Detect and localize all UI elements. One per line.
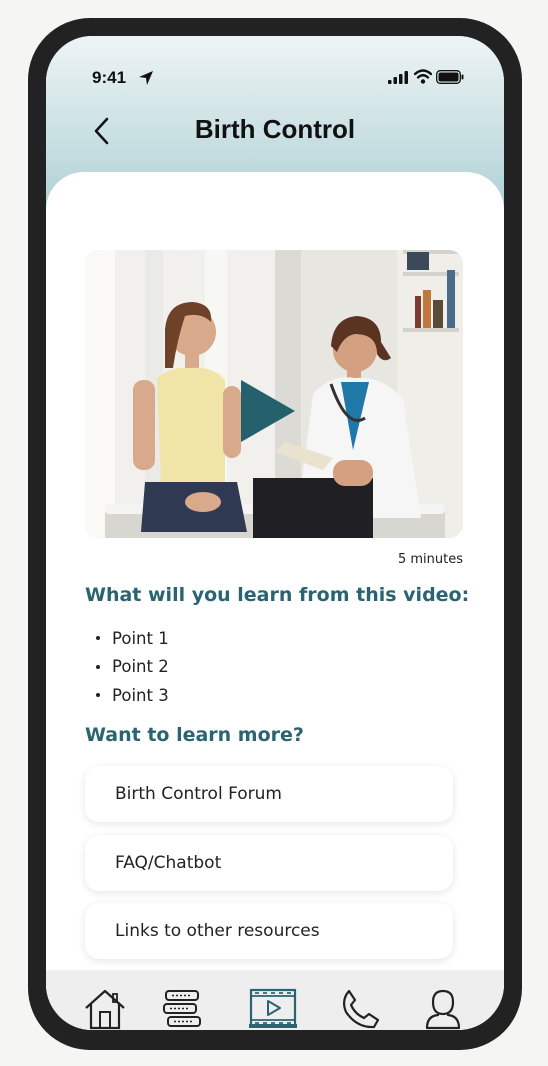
phone-icon — [342, 989, 380, 1029]
tab-home[interactable] — [82, 988, 128, 1030]
list-item: Point 1 — [96, 624, 169, 653]
tab-phone[interactable] — [339, 988, 381, 1030]
list-item: Point 3 — [96, 681, 169, 710]
point-text: Point 2 — [112, 657, 169, 677]
bullet-icon — [96, 664, 100, 669]
home-icon — [85, 989, 125, 1030]
wifi-icon — [414, 69, 432, 84]
video-duration: 5 minutes — [397, 552, 463, 567]
bullet-icon — [96, 636, 100, 641]
learn-heading: What will you learn from this video: — [85, 584, 470, 606]
bullet-icon — [96, 693, 100, 698]
tab-list[interactable] — [162, 988, 204, 1030]
learn-more-heading: Want to learn more? — [85, 724, 304, 746]
active-tab-indicator — [249, 1024, 297, 1028]
signal-icon — [388, 71, 408, 84]
screen: 9:41 Birth Control 5 minutes What will y… — [46, 36, 504, 1030]
status-time: 9:41 — [92, 68, 127, 87]
bottom-tab-bar — [46, 970, 504, 1030]
phone-frame: 9:41 Birth Control 5 minutes What will y… — [28, 18, 522, 1050]
tab-profile[interactable] — [422, 988, 464, 1030]
learning-points-list: Point 1 Point 2 Point 3 — [96, 624, 169, 710]
video-player[interactable] — [85, 250, 463, 538]
point-text: Point 1 — [112, 628, 169, 648]
list-icon — [163, 990, 201, 1027]
page-title: Birth Control — [194, 114, 356, 144]
battery-icon — [436, 70, 464, 84]
profile-icon — [425, 989, 461, 1030]
point-text: Point 3 — [112, 685, 169, 705]
list-item: Point 2 — [96, 653, 169, 682]
forum-link-button[interactable]: Birth Control Forum — [85, 766, 453, 822]
location-arrow-icon — [139, 71, 153, 85]
play-icon[interactable] — [239, 378, 297, 444]
faq-chatbot-link-button[interactable]: FAQ/Chatbot — [85, 835, 453, 891]
resources-link-button[interactable]: Links to other resources — [85, 903, 453, 959]
